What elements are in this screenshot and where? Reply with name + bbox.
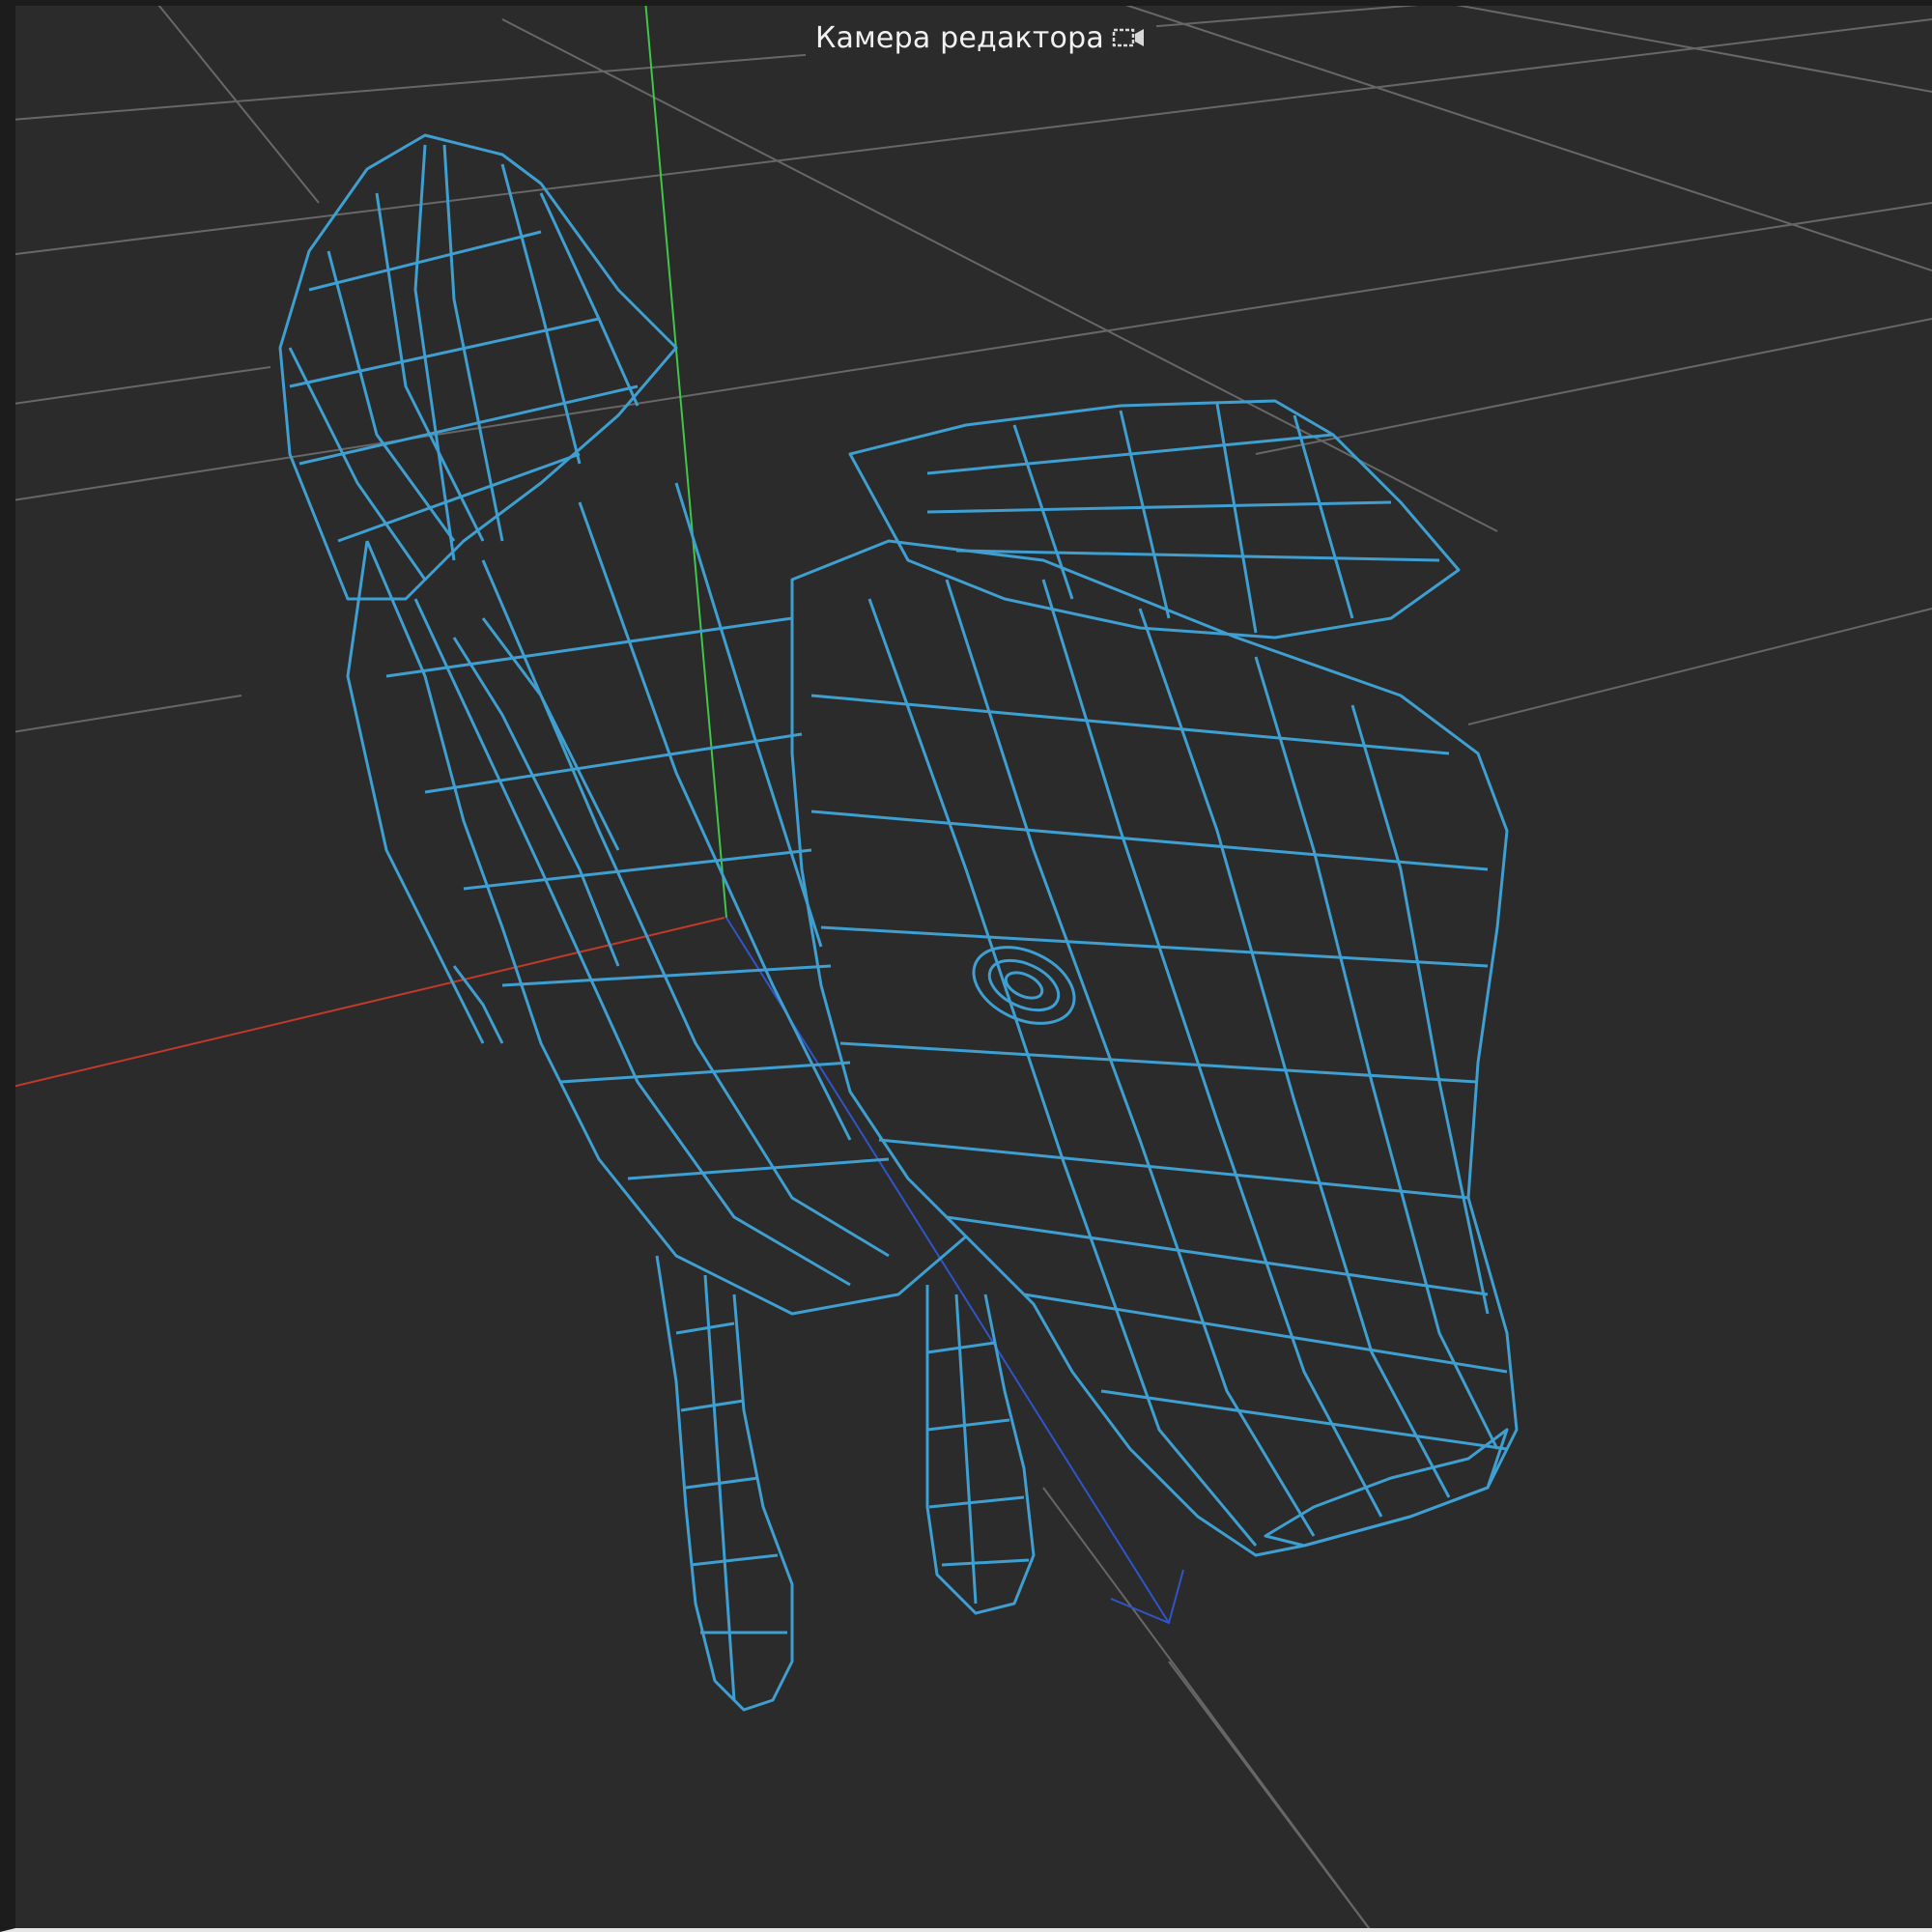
scene-canvas[interactable] xyxy=(0,0,1932,1932)
y-axis-line xyxy=(644,0,727,919)
editor-camera-selector[interactable]: Камера редактора xyxy=(806,17,1156,58)
z-axis-arrowhead xyxy=(1110,1569,1184,1625)
camera-icon xyxy=(1112,24,1147,51)
wireframe-mesh[interactable] xyxy=(278,133,1519,1712)
3d-viewport[interactable]: Камера редактора xyxy=(0,0,1932,1932)
camera-label-text: Камера редактора xyxy=(815,20,1104,55)
x-axis-line xyxy=(0,917,725,1091)
ground-grid xyxy=(0,0,1932,1932)
mesh-eye xyxy=(972,946,1076,1025)
